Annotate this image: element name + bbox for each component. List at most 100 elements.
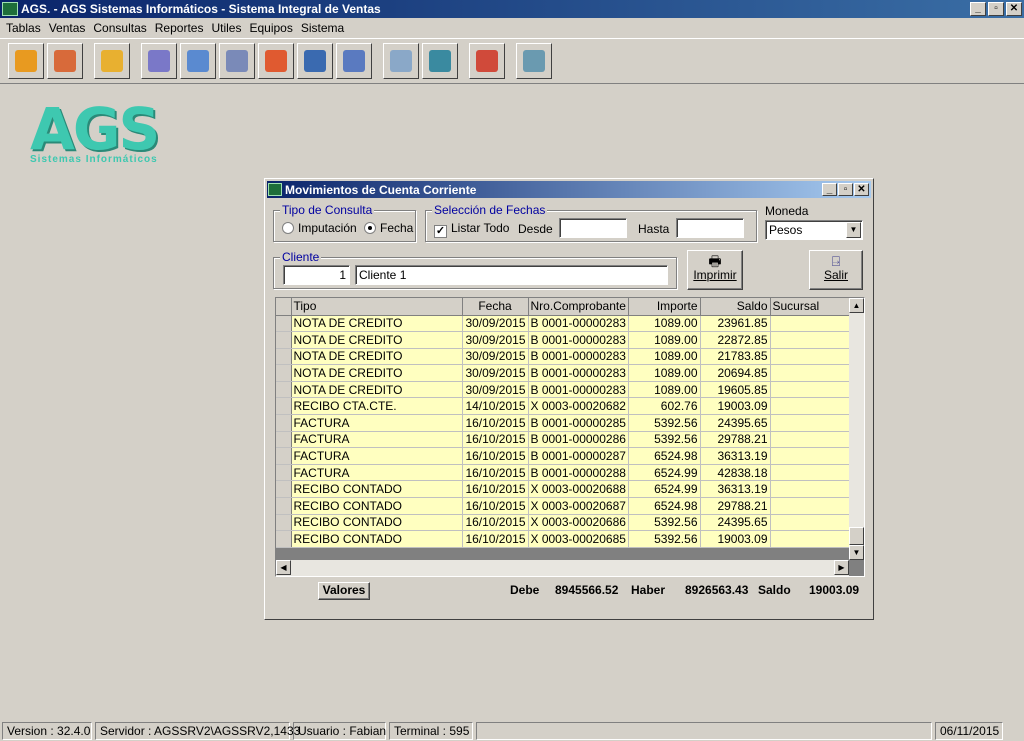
dialog-close-button[interactable]: ✕: [854, 183, 869, 196]
cell-tipo: NOTA DE CREDITO: [291, 348, 463, 366]
menu-reportes[interactable]: Reportes: [151, 21, 208, 35]
cell-saldo: 36313.19: [700, 447, 771, 465]
column-header-fecha[interactable]: Fecha: [462, 298, 529, 316]
table-row[interactable]: RECIBO CONTADO 16/10/2015 X 0003-00020688 6…: [276, 480, 850, 499]
scroll-thumb[interactable]: [849, 527, 864, 545]
box-button[interactable]: [94, 43, 130, 79]
close-button[interactable]: ✕: [1006, 2, 1022, 16]
column-header-saldo[interactable]: Saldo: [700, 298, 771, 316]
table-row[interactable]: FACTURA 16/10/2015 B 0001-00000285 5392.56 2…: [276, 414, 850, 432]
edit-document-button[interactable]: [336, 43, 372, 79]
dialog-minimize-button[interactable]: _: [822, 183, 837, 196]
row-indicator[interactable]: [276, 331, 292, 349]
table-row[interactable]: NOTA DE CREDITO 30/09/2015 B 0001-00000283…: [276, 348, 850, 366]
row-indicator[interactable]: [276, 381, 292, 399]
status-usuario: Usuario : Fabian: [293, 722, 386, 740]
scroll-right-icon[interactable]: ▶: [834, 560, 849, 575]
cell-fecha: 16/10/2015: [462, 431, 529, 449]
menu-consultas[interactable]: Consultas: [89, 21, 150, 35]
row-indicator[interactable]: [276, 414, 292, 432]
cell-sucursal: [770, 431, 850, 449]
tools-icon: [476, 50, 498, 72]
salir-button[interactable]: ⍈ Salir: [809, 250, 863, 290]
cash-register-button[interactable]: [141, 43, 177, 79]
moneda-select[interactable]: Pesos ▼: [765, 220, 863, 240]
imprimir-button[interactable]: 🖶 Imprimir: [687, 250, 743, 290]
app-title-bar[interactable]: AGS. - AGS Sistemas Informáticos - Siste…: [0, 0, 1024, 18]
row-indicator[interactable]: [276, 431, 292, 449]
cliente-group: Cliente 1 Cliente 1: [273, 250, 677, 289]
folder-button[interactable]: [383, 43, 419, 79]
row-indicator[interactable]: [276, 497, 292, 515]
cell-tipo: RECIBO CTA.CTE.: [291, 397, 463, 416]
cell-importe: 5392.56: [628, 414, 701, 432]
key-button[interactable]: [516, 43, 552, 79]
row-indicator[interactable]: [276, 397, 292, 416]
column-header-sucursal[interactable]: Sucursal: [770, 298, 850, 316]
row-indicator[interactable]: [276, 315, 292, 333]
desde-input[interactable]: [559, 218, 627, 238]
table-row[interactable]: NOTA DE CREDITO 30/09/2015 B 0001-00000283…: [276, 364, 850, 382]
cell-sucursal: [770, 414, 850, 432]
database-button[interactable]: [422, 43, 458, 79]
restore-button[interactable]: ▫: [988, 2, 1004, 16]
pencil-button[interactable]: [258, 43, 294, 79]
radio-fecha[interactable]: Fecha: [364, 221, 413, 235]
listar-todo-checkbox[interactable]: ✓ Listar Todo: [434, 221, 509, 238]
horizontal-scrollbar[interactable]: ◀ ▶: [276, 560, 849, 576]
row-indicator[interactable]: [276, 514, 292, 532]
cliente-code-input[interactable]: 1: [283, 265, 350, 285]
row-indicator[interactable]: [276, 447, 292, 465]
table-row[interactable]: NOTA DE CREDITO 30/09/2015 B 0001-00000283…: [276, 381, 850, 399]
menu-utiles[interactable]: Utiles: [207, 21, 245, 35]
moneda-label: Moneda: [765, 204, 809, 218]
table-row[interactable]: RECIBO CONTADO 16/10/2015 X 0003-00020685 5…: [276, 530, 850, 548]
table-row[interactable]: FACTURA 16/10/2015 B 0001-00000286 5392.56 2…: [276, 431, 850, 449]
scroll-down-icon[interactable]: ▼: [849, 545, 864, 560]
cell-comprobante: X 0003-00020686: [528, 514, 629, 532]
column-header-importe[interactable]: Importe: [628, 298, 701, 316]
column-header-tipo[interactable]: Tipo: [291, 298, 463, 316]
table-row[interactable]: NOTA DE CREDITO 30/09/2015 B 0001-00000283…: [276, 315, 850, 333]
price-tag-button[interactable]: [180, 43, 216, 79]
row-indicator[interactable]: [276, 364, 292, 382]
minimize-button[interactable]: _: [970, 2, 986, 16]
menu-equipos[interactable]: Equipos: [245, 21, 296, 35]
book-button[interactable]: [297, 43, 333, 79]
ags-logo: AGS Sistemas Informáticos: [30, 100, 175, 170]
table-row[interactable]: NOTA DE CREDITO 30/09/2015 B 0001-00000283…: [276, 331, 850, 349]
row-indicator[interactable]: [276, 480, 292, 499]
cell-saldo: 22872.85: [700, 331, 771, 349]
column-header-comprobante[interactable]: Nro.Comprobante: [528, 298, 629, 316]
vertical-scrollbar[interactable]: ▲ ▼: [849, 298, 864, 560]
status-terminal: Terminal : 595: [389, 722, 473, 740]
radio-imputacion[interactable]: Imputación: [282, 221, 357, 235]
dialog-maximize-button[interactable]: ▫: [838, 183, 853, 196]
menu-tablas[interactable]: Tablas: [2, 21, 45, 35]
chevron-down-icon[interactable]: ▼: [846, 222, 861, 238]
valores-button[interactable]: Valores: [318, 582, 370, 600]
table-row[interactable]: FACTURA 16/10/2015 B 0001-00000287 6524.98 3…: [276, 447, 850, 465]
menu-ventas[interactable]: Ventas: [45, 21, 90, 35]
scroll-up-icon[interactable]: ▲: [849, 298, 864, 313]
cell-fecha: 16/10/2015: [462, 447, 529, 465]
scroll-left-icon[interactable]: ◀: [276, 560, 291, 575]
cliente-name-input[interactable]: Cliente 1: [355, 265, 668, 285]
windows-button[interactable]: [219, 43, 255, 79]
add-product-button[interactable]: [8, 43, 44, 79]
table-row[interactable]: FACTURA 16/10/2015 B 0001-00000288 6524.99 4…: [276, 464, 850, 482]
table-row[interactable]: RECIBO CONTADO 16/10/2015 X 0003-00020686 5…: [276, 514, 850, 532]
row-indicator[interactable]: [276, 464, 292, 482]
cell-sucursal: [770, 447, 850, 465]
radio-imputacion-label: Imputación: [298, 221, 357, 235]
radio-fecha-circle: [364, 222, 376, 234]
table-row[interactable]: RECIBO CTA.CTE. 14/10/2015 X 0003-00020682…: [276, 397, 850, 416]
users-button[interactable]: [47, 43, 83, 79]
menu-sistema[interactable]: Sistema: [297, 21, 348, 35]
row-indicator[interactable]: [276, 530, 292, 548]
dialog-title-bar[interactable]: Movimientos de Cuenta Corriente _ ▫ ✕: [267, 181, 871, 198]
hasta-input[interactable]: [676, 218, 744, 238]
tools-button[interactable]: [469, 43, 505, 79]
table-row[interactable]: RECIBO CONTADO 16/10/2015 X 0003-00020687 6…: [276, 497, 850, 515]
row-indicator[interactable]: [276, 348, 292, 366]
